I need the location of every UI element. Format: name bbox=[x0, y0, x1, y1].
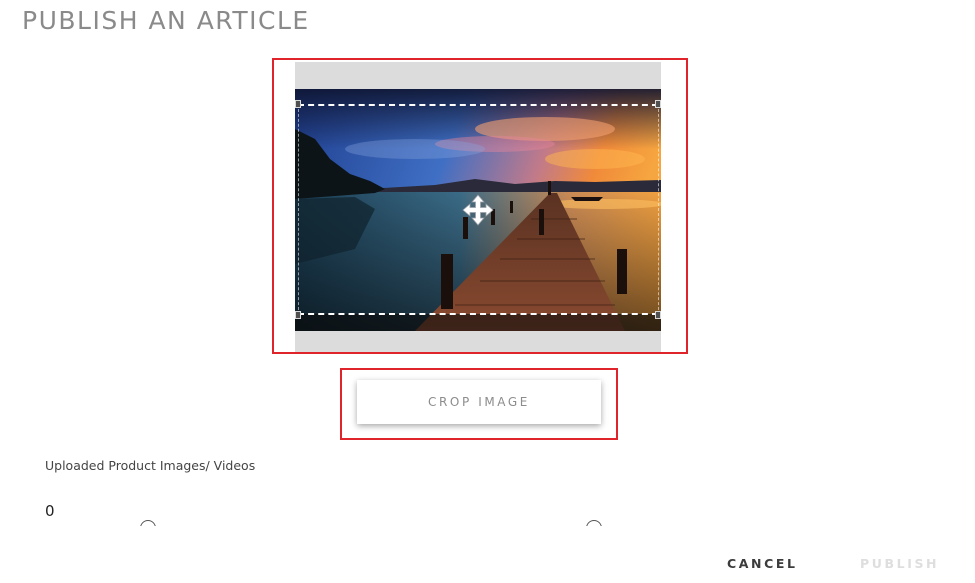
radio-option-icon[interactable] bbox=[140, 520, 158, 526]
cancel-button[interactable]: CANCEL bbox=[727, 556, 798, 571]
radio-option-icon[interactable] bbox=[586, 520, 604, 526]
uploaded-count: 0 bbox=[45, 502, 55, 520]
publish-article-page: PUBLISH AN ARTICLE CROP IMAGE Uploaded P… bbox=[0, 0, 975, 583]
page-title: PUBLISH AN ARTICLE bbox=[22, 6, 310, 35]
crop-image-button[interactable]: CROP IMAGE bbox=[357, 380, 601, 424]
uploaded-media-label: Uploaded Product Images/ Videos bbox=[45, 458, 256, 473]
crop-area-highlight bbox=[272, 58, 688, 354]
publish-button[interactable]: PUBLISH bbox=[860, 556, 939, 571]
